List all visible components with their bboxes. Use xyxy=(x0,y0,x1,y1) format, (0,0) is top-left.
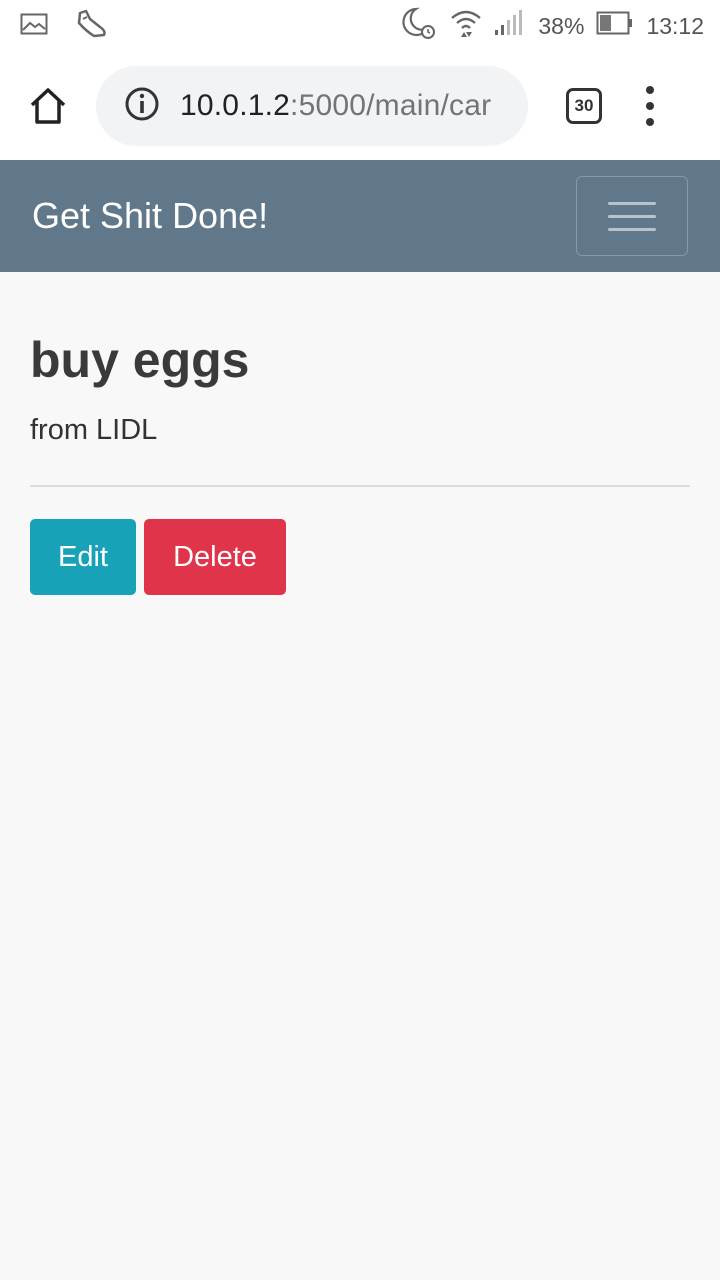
task-description: from LIDL xyxy=(30,414,158,446)
navbar-brand[interactable]: Get Shit Done! xyxy=(32,195,268,237)
url-path: :5000/main/car xyxy=(290,89,492,122)
status-right: 38% 13:12 xyxy=(402,6,704,46)
task-actions: Edit Delete xyxy=(30,519,690,595)
edit-button[interactable]: Edit xyxy=(30,519,136,595)
battery-icon xyxy=(596,11,634,41)
signal-icon xyxy=(494,10,524,42)
status-left xyxy=(20,9,108,44)
home-button[interactable] xyxy=(28,86,68,126)
shoe-icon xyxy=(74,9,108,44)
image-icon xyxy=(20,13,48,40)
address-bar[interactable]: 10.0.1.2:5000/main/car xyxy=(96,66,528,146)
hamburger-icon-line xyxy=(608,227,656,231)
tab-count: 30 xyxy=(574,96,594,115)
home-icon xyxy=(30,88,66,124)
task-detail: buy eggs from LIDL Edit Delete xyxy=(30,272,690,595)
navbar-toggler-button[interactable] xyxy=(576,176,688,256)
info-icon[interactable] xyxy=(124,86,160,127)
delete-button[interactable]: Delete xyxy=(144,519,286,595)
url-host: 10.0.1.2 xyxy=(180,89,291,122)
battery-percent: 38% xyxy=(538,12,585,39)
moon-alarm-icon xyxy=(402,6,438,46)
divider xyxy=(30,485,690,487)
more-vert-icon[interactable] xyxy=(644,86,656,126)
hamburger-icon-line xyxy=(608,201,656,205)
wifi-icon xyxy=(450,8,482,44)
app-navbar: Get Shit Done! xyxy=(0,160,720,272)
clock-time: 13:12 xyxy=(646,12,704,39)
url-text[interactable]: 10.0.1.2:5000/main/car xyxy=(180,89,510,123)
tab-switcher-button[interactable]: 30 xyxy=(566,88,602,124)
status-bar: 38% 13:12 xyxy=(0,0,720,52)
task-title: buy eggs xyxy=(30,332,250,388)
browser-toolbar: 10.0.1.2:5000/main/car 30 xyxy=(0,52,720,160)
hamburger-icon-line xyxy=(608,214,656,218)
